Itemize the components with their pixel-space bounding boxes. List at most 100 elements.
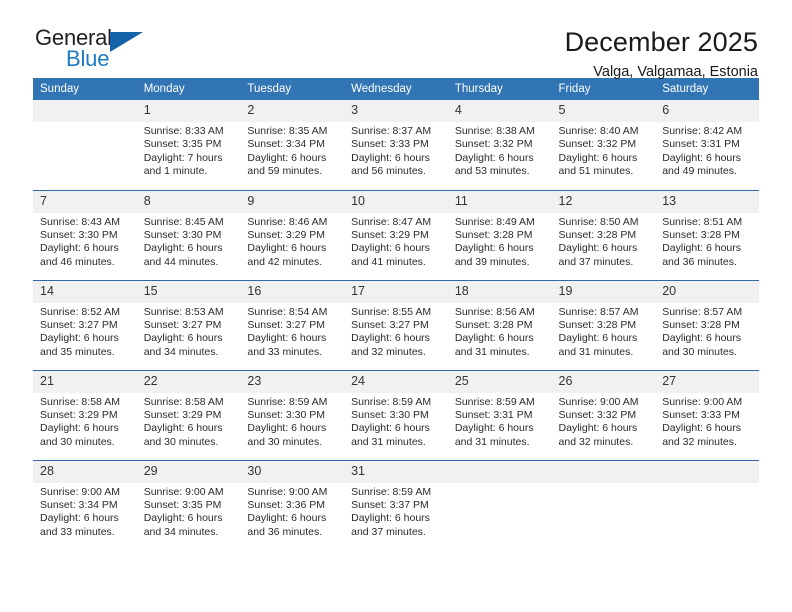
calendar-day-cell[interactable]: 10 Sunrise: 8:47 AM Sunset: 3:29 PM Dayligh… — [344, 189, 448, 280]
sunrise-time: Sunrise: 8:59 AM — [454, 395, 535, 408]
sunset-time: Sunset: 3:32 PM — [558, 408, 637, 421]
calendar-day-cell[interactable]: 8 Sunrise: 8:45 AM Sunset: 3:30 PM Daylight… — [136, 189, 241, 280]
daylight-minutes: and 32 minutes. — [558, 435, 634, 448]
calendar-day-cell[interactable]: 7 Sunrise: 8:43 AM Sunset: 3:30 PM Daylight… — [33, 189, 137, 280]
calendar-day-cell[interactable]: 20 Sunrise: 8:57 AM Sunset: 3:28 PM Dayligh… — [655, 279, 759, 370]
calendar-day-cell[interactable]: 4 Sunrise: 8:38 AM Sunset: 3:32 PM Daylight… — [447, 100, 552, 190]
calendar-day-cell[interactable]: 25 Sunrise: 8:59 AM Sunset: 3:31 PM Dayligh… — [447, 369, 552, 460]
day-sun-info: Sunrise: 8:59 AM Sunset: 3:31 PM Daylight:… — [448, 393, 552, 450]
daylight-minutes: and 56 minutes. — [351, 165, 426, 178]
day-sun-info: Sunrise: 8:33 AM Sunset: 3:35 PM Daylight:… — [137, 122, 241, 179]
calendar-day-cell[interactable]: 18 Sunrise: 8:56 AM Sunset: 3:28 PM Dayligh… — [447, 279, 552, 370]
daylight-hours: Daylight: 7 hours — [143, 151, 223, 164]
day-number: 4 — [447, 100, 552, 122]
calendar-page: General Blue December 2025 Valga, Valgam… — [0, 0, 792, 612]
calendar-day-cell[interactable]: 3 Sunrise: 8:37 AM Sunset: 3:33 PM Daylight… — [344, 100, 448, 190]
calendar-day-cell[interactable]: 15 Sunrise: 8:53 AM Sunset: 3:27 PM Dayligh… — [136, 279, 241, 370]
sunrise-time: Sunrise: 8:58 AM — [143, 395, 224, 408]
day-number: 9 — [240, 190, 345, 213]
calendar-day-cell[interactable]: 26 Sunrise: 9:00 AM Sunset: 3:32 PM Dayligh… — [551, 369, 656, 460]
sunset-time: Sunset: 3:28 PM — [662, 228, 740, 241]
sunrise-time: Sunrise: 8:57 AM — [558, 305, 639, 318]
sunrise-time: Sunrise: 8:35 AM — [247, 125, 328, 137]
daylight-minutes: and 31 minutes. — [454, 435, 530, 448]
sunset-time: Sunset: 3:29 PM — [247, 228, 326, 241]
day-sun-info — [552, 483, 656, 486]
sunset-time: Sunset: 3:28 PM — [454, 228, 533, 241]
calendar-day-cell[interactable]: 13 Sunrise: 8:51 AM Sunset: 3:28 PM Dayligh… — [655, 189, 759, 280]
day-sun-info: Sunrise: 8:59 AM Sunset: 3:30 PM Daylight:… — [240, 393, 344, 450]
daylight-minutes: and 51 minutes. — [558, 165, 634, 178]
calendar-day-cell[interactable]: 29 Sunrise: 9:00 AM Sunset: 3:35 PM Dayligh… — [136, 459, 241, 550]
day-sun-info: Sunrise: 8:57 AM Sunset: 3:28 PM Daylight:… — [552, 303, 656, 360]
daylight-hours: Daylight: 6 hours — [351, 242, 430, 255]
calendar-day-cell[interactable]: 22 Sunrise: 8:58 AM Sunset: 3:29 PM Dayligh… — [136, 369, 241, 460]
day-sun-info: Sunrise: 9:00 AM Sunset: 3:36 PM Daylight:… — [240, 483, 344, 540]
weekday-header-tuesday: Tuesday — [240, 78, 345, 100]
calendar-week-row: 21 Sunrise: 8:58 AM Sunset: 3:29 PM Dayligh… — [33, 369, 759, 460]
daylight-minutes: and 37 minutes. — [558, 255, 634, 268]
daylight-hours: Daylight: 6 hours — [40, 422, 119, 435]
calendar-day-cell[interactable]: 2 Sunrise: 8:35 AM Sunset: 3:34 PM Daylight… — [240, 100, 345, 190]
day-number — [551, 460, 656, 483]
calendar-day-cell[interactable]: 17 Sunrise: 8:55 AM Sunset: 3:27 PM Dayligh… — [344, 279, 448, 370]
day-sun-info: Sunrise: 8:49 AM Sunset: 3:28 PM Daylight:… — [448, 213, 552, 270]
day-sun-info — [655, 483, 759, 486]
daylight-minutes: and 32 minutes. — [351, 345, 426, 358]
daylight-hours: Daylight: 6 hours — [351, 151, 430, 164]
general-blue-logo[interactable]: General Blue — [33, 26, 175, 78]
daylight-minutes: and 31 minutes. — [454, 345, 530, 358]
day-number: 22 — [136, 370, 241, 393]
day-sun-info: Sunrise: 8:40 AM Sunset: 3:32 PM Daylight:… — [552, 122, 656, 179]
sunrise-time: Sunrise: 9:00 AM — [143, 485, 224, 498]
calendar-day-cell[interactable]: 14 Sunrise: 8:52 AM Sunset: 3:27 PM Dayligh… — [33, 279, 137, 370]
sunset-time: Sunset: 3:29 PM — [143, 408, 222, 421]
day-sun-info: Sunrise: 9:00 AM Sunset: 3:35 PM Daylight:… — [137, 483, 241, 540]
daylight-hours: Daylight: 6 hours — [40, 242, 119, 255]
calendar-day-cell[interactable]: 11 Sunrise: 8:49 AM Sunset: 3:28 PM Dayligh… — [447, 189, 552, 280]
calendar-day-cell[interactable]: 30 Sunrise: 9:00 AM Sunset: 3:36 PM Dayligh… — [240, 459, 345, 550]
sunset-time: Sunset: 3:34 PM — [40, 498, 118, 511]
daylight-hours: Daylight: 6 hours — [247, 422, 327, 435]
daylight-hours: Daylight: 6 hours — [454, 151, 534, 164]
daylight-minutes: and 1 minute. — [143, 165, 208, 178]
sunset-time: Sunset: 3:28 PM — [558, 228, 637, 241]
daylight-minutes: and 34 minutes. — [143, 525, 219, 538]
day-number: 24 — [344, 370, 448, 393]
calendar-day-cell[interactable]: 5 Sunrise: 8:40 AM Sunset: 3:32 PM Daylight… — [551, 100, 656, 190]
calendar-day-cell[interactable]: 24 Sunrise: 8:59 AM Sunset: 3:30 PM Dayligh… — [344, 369, 448, 460]
daylight-minutes: and 33 minutes. — [40, 525, 115, 538]
calendar-day-cell[interactable]: 31 Sunrise: 8:59 AM Sunset: 3:37 PM Dayligh… — [344, 459, 448, 550]
day-number: 28 — [33, 460, 137, 483]
daylight-minutes: and 37 minutes. — [351, 525, 426, 538]
calendar-day-cell[interactable]: 28 Sunrise: 9:00 AM Sunset: 3:34 PM Dayligh… — [33, 459, 137, 550]
day-sun-info: Sunrise: 8:42 AM Sunset: 3:31 PM Daylight:… — [655, 122, 759, 179]
calendar-day-cell[interactable]: 12 Sunrise: 8:50 AM Sunset: 3:28 PM Dayligh… — [551, 189, 656, 280]
daylight-hours: Daylight: 6 hours — [662, 242, 742, 255]
sunset-time: Sunset: 3:27 PM — [351, 318, 429, 331]
calendar-day-cell[interactable]: 19 Sunrise: 8:57 AM Sunset: 3:28 PM Dayligh… — [551, 279, 656, 370]
calendar-day-cell-empty — [33, 100, 137, 190]
daylight-minutes: and 31 minutes. — [558, 345, 634, 358]
sunset-time: Sunset: 3:30 PM — [247, 408, 326, 421]
calendar-day-cell[interactable]: 1 Sunrise: 8:33 AM Sunset: 3:35 PM Daylight… — [136, 100, 241, 190]
calendar-day-cell[interactable]: 23 Sunrise: 8:59 AM Sunset: 3:30 PM Dayligh… — [240, 369, 345, 460]
day-number — [33, 100, 137, 122]
daylight-hours: Daylight: 6 hours — [247, 332, 327, 345]
calendar-day-cell[interactable]: 21 Sunrise: 8:58 AM Sunset: 3:29 PM Dayligh… — [33, 369, 137, 460]
sunset-time: Sunset: 3:27 PM — [247, 318, 326, 331]
calendar-day-cell[interactable]: 27 Sunrise: 9:00 AM Sunset: 3:33 PM Dayligh… — [655, 369, 759, 460]
daylight-hours: Daylight: 6 hours — [558, 332, 638, 345]
sunrise-time: Sunrise: 8:59 AM — [247, 395, 328, 408]
calendar-day-cell[interactable]: 9 Sunrise: 8:46 AM Sunset: 3:29 PM Daylight… — [240, 189, 345, 280]
calendar-day-cell[interactable]: 16 Sunrise: 8:54 AM Sunset: 3:27 PM Dayligh… — [240, 279, 345, 370]
sunrise-time: Sunrise: 9:00 AM — [247, 485, 328, 498]
day-sun-info: Sunrise: 8:43 AM Sunset: 3:30 PM Daylight:… — [33, 213, 137, 270]
calendar-day-cell[interactable]: 6 Sunrise: 8:42 AM Sunset: 3:31 PM Daylight… — [655, 100, 759, 190]
page-subtitle: Valga, Valgamaa, Estonia — [593, 64, 758, 80]
calendar-day-cell-empty — [447, 459, 552, 550]
daylight-minutes: and 33 minutes. — [247, 345, 323, 358]
day-sun-info: Sunrise: 8:45 AM Sunset: 3:30 PM Daylight:… — [137, 213, 241, 270]
sunrise-time: Sunrise: 8:42 AM — [662, 125, 743, 137]
weekday-header-monday: Monday — [136, 78, 241, 100]
